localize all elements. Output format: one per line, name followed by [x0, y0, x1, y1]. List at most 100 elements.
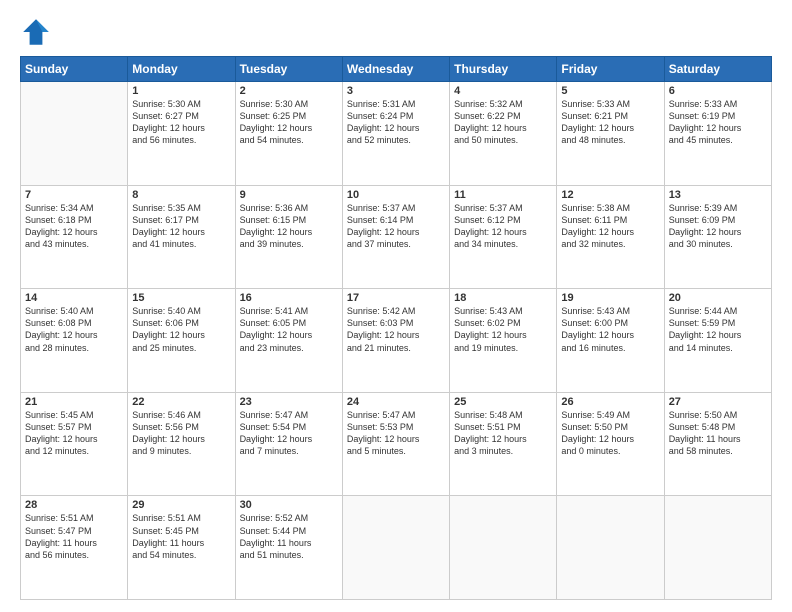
col-header-wednesday: Wednesday	[342, 57, 449, 82]
day-cell: 28Sunrise: 5:51 AM Sunset: 5:47 PM Dayli…	[21, 496, 128, 600]
week-row-4: 21Sunrise: 5:45 AM Sunset: 5:57 PM Dayli…	[21, 392, 772, 496]
day-cell	[21, 82, 128, 186]
day-cell: 29Sunrise: 5:51 AM Sunset: 5:45 PM Dayli…	[128, 496, 235, 600]
day-number: 9	[240, 189, 338, 201]
day-info: Sunrise: 5:31 AM Sunset: 6:24 PM Dayligh…	[347, 98, 445, 147]
day-cell: 13Sunrise: 5:39 AM Sunset: 6:09 PM Dayli…	[664, 185, 771, 289]
day-info: Sunrise: 5:30 AM Sunset: 6:27 PM Dayligh…	[132, 98, 230, 147]
day-cell	[450, 496, 557, 600]
day-number: 27	[669, 396, 767, 408]
day-info: Sunrise: 5:33 AM Sunset: 6:21 PM Dayligh…	[561, 98, 659, 147]
day-cell: 14Sunrise: 5:40 AM Sunset: 6:08 PM Dayli…	[21, 289, 128, 393]
day-info: Sunrise: 5:34 AM Sunset: 6:18 PM Dayligh…	[25, 202, 123, 251]
week-row-5: 28Sunrise: 5:51 AM Sunset: 5:47 PM Dayli…	[21, 496, 772, 600]
week-row-3: 14Sunrise: 5:40 AM Sunset: 6:08 PM Dayli…	[21, 289, 772, 393]
day-number: 14	[25, 292, 123, 304]
col-header-sunday: Sunday	[21, 57, 128, 82]
day-info: Sunrise: 5:40 AM Sunset: 6:08 PM Dayligh…	[25, 305, 123, 354]
week-row-2: 7Sunrise: 5:34 AM Sunset: 6:18 PM Daylig…	[21, 185, 772, 289]
day-cell: 15Sunrise: 5:40 AM Sunset: 6:06 PM Dayli…	[128, 289, 235, 393]
day-cell: 11Sunrise: 5:37 AM Sunset: 6:12 PM Dayli…	[450, 185, 557, 289]
day-cell: 4Sunrise: 5:32 AM Sunset: 6:22 PM Daylig…	[450, 82, 557, 186]
day-number: 22	[132, 396, 230, 408]
day-number: 18	[454, 292, 552, 304]
day-number: 13	[669, 189, 767, 201]
day-number: 7	[25, 189, 123, 201]
calendar-table: SundayMondayTuesdayWednesdayThursdayFrid…	[20, 56, 772, 600]
day-number: 12	[561, 189, 659, 201]
day-cell: 9Sunrise: 5:36 AM Sunset: 6:15 PM Daylig…	[235, 185, 342, 289]
day-cell: 25Sunrise: 5:48 AM Sunset: 5:51 PM Dayli…	[450, 392, 557, 496]
day-info: Sunrise: 5:44 AM Sunset: 5:59 PM Dayligh…	[669, 305, 767, 354]
day-info: Sunrise: 5:47 AM Sunset: 5:53 PM Dayligh…	[347, 409, 445, 458]
col-header-monday: Monday	[128, 57, 235, 82]
day-cell: 27Sunrise: 5:50 AM Sunset: 5:48 PM Dayli…	[664, 392, 771, 496]
day-info: Sunrise: 5:37 AM Sunset: 6:14 PM Dayligh…	[347, 202, 445, 251]
col-header-thursday: Thursday	[450, 57, 557, 82]
day-info: Sunrise: 5:33 AM Sunset: 6:19 PM Dayligh…	[669, 98, 767, 147]
day-number: 16	[240, 292, 338, 304]
day-info: Sunrise: 5:35 AM Sunset: 6:17 PM Dayligh…	[132, 202, 230, 251]
day-number: 19	[561, 292, 659, 304]
day-cell: 22Sunrise: 5:46 AM Sunset: 5:56 PM Dayli…	[128, 392, 235, 496]
day-number: 30	[240, 499, 338, 511]
day-number: 5	[561, 85, 659, 97]
day-cell: 8Sunrise: 5:35 AM Sunset: 6:17 PM Daylig…	[128, 185, 235, 289]
day-info: Sunrise: 5:52 AM Sunset: 5:44 PM Dayligh…	[240, 512, 338, 561]
day-info: Sunrise: 5:47 AM Sunset: 5:54 PM Dayligh…	[240, 409, 338, 458]
day-info: Sunrise: 5:45 AM Sunset: 5:57 PM Dayligh…	[25, 409, 123, 458]
day-cell: 20Sunrise: 5:44 AM Sunset: 5:59 PM Dayli…	[664, 289, 771, 393]
day-cell: 16Sunrise: 5:41 AM Sunset: 6:05 PM Dayli…	[235, 289, 342, 393]
day-cell	[664, 496, 771, 600]
day-cell: 17Sunrise: 5:42 AM Sunset: 6:03 PM Dayli…	[342, 289, 449, 393]
day-info: Sunrise: 5:51 AM Sunset: 5:47 PM Dayligh…	[25, 512, 123, 561]
day-number: 1	[132, 85, 230, 97]
day-info: Sunrise: 5:49 AM Sunset: 5:50 PM Dayligh…	[561, 409, 659, 458]
day-cell: 10Sunrise: 5:37 AM Sunset: 6:14 PM Dayli…	[342, 185, 449, 289]
day-cell: 19Sunrise: 5:43 AM Sunset: 6:00 PM Dayli…	[557, 289, 664, 393]
logo-icon	[20, 16, 52, 48]
day-number: 6	[669, 85, 767, 97]
day-cell: 30Sunrise: 5:52 AM Sunset: 5:44 PM Dayli…	[235, 496, 342, 600]
day-cell: 18Sunrise: 5:43 AM Sunset: 6:02 PM Dayli…	[450, 289, 557, 393]
day-number: 26	[561, 396, 659, 408]
day-number: 2	[240, 85, 338, 97]
day-info: Sunrise: 5:32 AM Sunset: 6:22 PM Dayligh…	[454, 98, 552, 147]
day-number: 24	[347, 396, 445, 408]
day-number: 23	[240, 396, 338, 408]
day-number: 17	[347, 292, 445, 304]
day-info: Sunrise: 5:51 AM Sunset: 5:45 PM Dayligh…	[132, 512, 230, 561]
day-info: Sunrise: 5:40 AM Sunset: 6:06 PM Dayligh…	[132, 305, 230, 354]
day-number: 15	[132, 292, 230, 304]
day-info: Sunrise: 5:50 AM Sunset: 5:48 PM Dayligh…	[669, 409, 767, 458]
day-cell: 1Sunrise: 5:30 AM Sunset: 6:27 PM Daylig…	[128, 82, 235, 186]
day-cell	[342, 496, 449, 600]
day-number: 21	[25, 396, 123, 408]
col-header-saturday: Saturday	[664, 57, 771, 82]
day-number: 11	[454, 189, 552, 201]
day-cell: 26Sunrise: 5:49 AM Sunset: 5:50 PM Dayli…	[557, 392, 664, 496]
day-cell: 24Sunrise: 5:47 AM Sunset: 5:53 PM Dayli…	[342, 392, 449, 496]
day-cell: 5Sunrise: 5:33 AM Sunset: 6:21 PM Daylig…	[557, 82, 664, 186]
day-number: 25	[454, 396, 552, 408]
day-cell: 21Sunrise: 5:45 AM Sunset: 5:57 PM Dayli…	[21, 392, 128, 496]
day-info: Sunrise: 5:42 AM Sunset: 6:03 PM Dayligh…	[347, 305, 445, 354]
header	[20, 16, 772, 48]
day-number: 28	[25, 499, 123, 511]
day-info: Sunrise: 5:36 AM Sunset: 6:15 PM Dayligh…	[240, 202, 338, 251]
page: SundayMondayTuesdayWednesdayThursdayFrid…	[0, 0, 792, 612]
day-number: 10	[347, 189, 445, 201]
day-cell: 2Sunrise: 5:30 AM Sunset: 6:25 PM Daylig…	[235, 82, 342, 186]
day-number: 29	[132, 499, 230, 511]
day-number: 4	[454, 85, 552, 97]
col-header-tuesday: Tuesday	[235, 57, 342, 82]
logo	[20, 16, 56, 48]
day-cell: 6Sunrise: 5:33 AM Sunset: 6:19 PM Daylig…	[664, 82, 771, 186]
col-header-friday: Friday	[557, 57, 664, 82]
day-cell	[557, 496, 664, 600]
day-cell: 7Sunrise: 5:34 AM Sunset: 6:18 PM Daylig…	[21, 185, 128, 289]
day-info: Sunrise: 5:30 AM Sunset: 6:25 PM Dayligh…	[240, 98, 338, 147]
day-cell: 12Sunrise: 5:38 AM Sunset: 6:11 PM Dayli…	[557, 185, 664, 289]
day-info: Sunrise: 5:37 AM Sunset: 6:12 PM Dayligh…	[454, 202, 552, 251]
day-cell: 3Sunrise: 5:31 AM Sunset: 6:24 PM Daylig…	[342, 82, 449, 186]
